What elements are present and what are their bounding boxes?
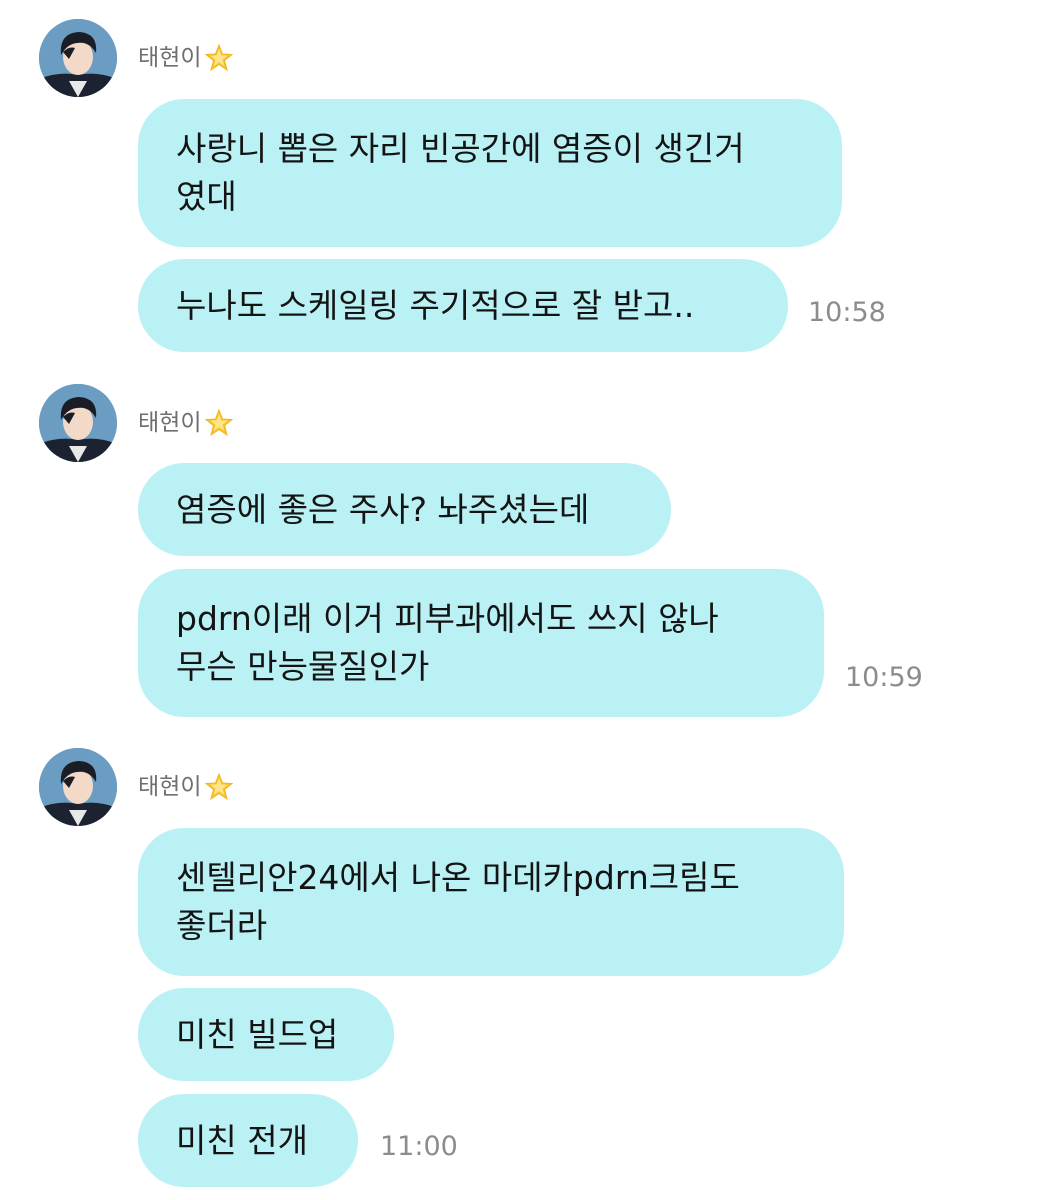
message-bubble[interactable]: 염증에 좋은 주사? 놔주셨는데 bbox=[138, 463, 671, 556]
sender-label: 태현이 bbox=[138, 40, 234, 76]
timestamp: 10:58 bbox=[808, 297, 886, 328]
sender-label: 태현이 bbox=[138, 405, 234, 441]
message-bubble[interactable]: 센텔리안24에서 나온 마데카pdrn크림도 좋더라 bbox=[138, 828, 844, 976]
sender-label: 태현이 bbox=[138, 769, 234, 805]
profile-avatar[interactable] bbox=[39, 748, 117, 826]
sender-name: 태현이 bbox=[138, 45, 202, 71]
profile-avatar[interactable] bbox=[39, 19, 117, 97]
message-bubble[interactable]: 미친 전개 bbox=[138, 1094, 358, 1187]
sender-name: 태현이 bbox=[138, 774, 202, 800]
message-bubble[interactable]: 미친 빌드업 bbox=[138, 988, 394, 1081]
profile-avatar[interactable] bbox=[39, 384, 117, 462]
star-icon bbox=[204, 43, 234, 73]
star-icon bbox=[204, 408, 234, 438]
timestamp: 10:59 bbox=[845, 662, 923, 693]
message-bubble[interactable]: 사랑니 뽑은 자리 빈공간에 염증이 생긴거 였대 bbox=[138, 99, 842, 247]
timestamp: 11:00 bbox=[380, 1131, 458, 1162]
star-icon bbox=[204, 772, 234, 802]
message-bubble[interactable]: pdrn이래 이거 피부과에서도 쓰지 않나 무슨 만능물질인가 bbox=[138, 569, 824, 717]
sender-name: 태현이 bbox=[138, 410, 202, 436]
message-bubble[interactable]: 누나도 스케일링 주기적으로 잘 받고.. bbox=[138, 259, 788, 352]
